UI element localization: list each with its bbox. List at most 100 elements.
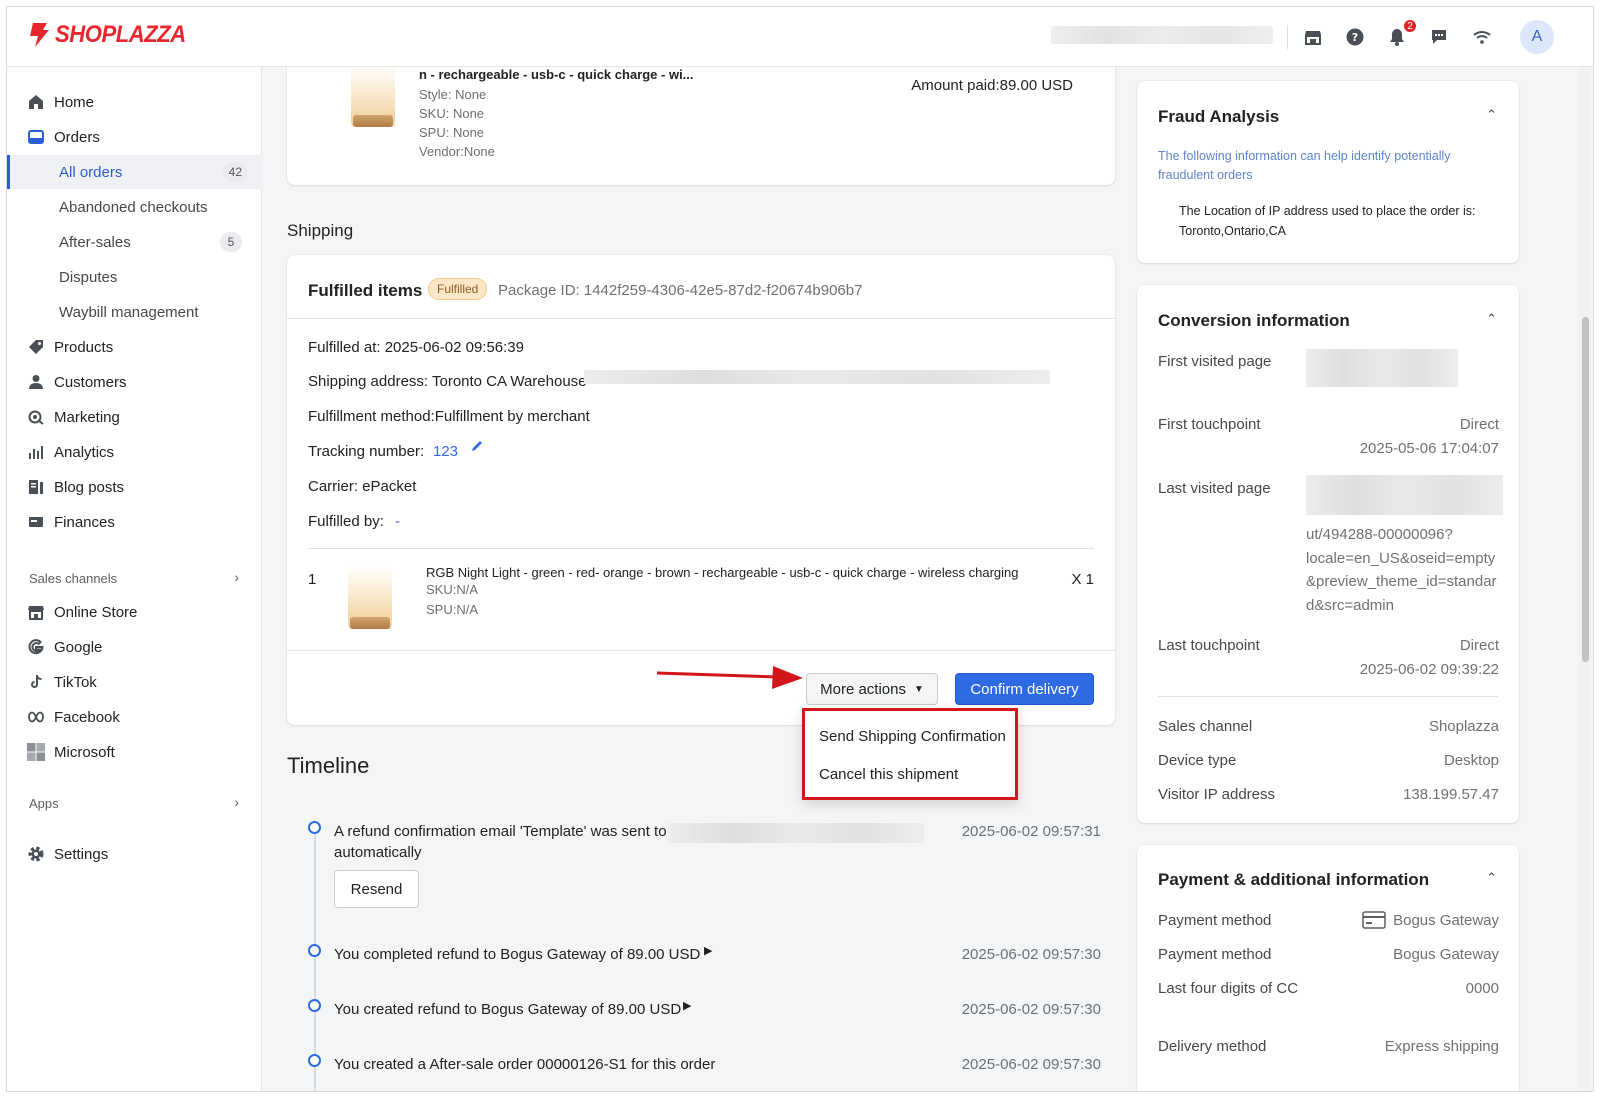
product-vendor: Vendor:None: [419, 144, 495, 159]
chat-icon[interactable]: [1427, 25, 1451, 49]
sidebar-item-customers[interactable]: Customers: [7, 365, 262, 399]
sidebar-item-label: Google: [54, 638, 103, 656]
fulfilled-items-card: Fulfilled items Fulfilled Package ID: 14…: [287, 255, 1115, 725]
shipping-heading: Shipping: [287, 221, 354, 240]
scrollbar-thumb[interactable]: [1582, 317, 1589, 662]
sidebar-item-home[interactable]: Home: [7, 85, 262, 119]
sidebar-item-disputes[interactable]: Disputes: [7, 260, 262, 294]
cancel-shipment-item[interactable]: Cancel this shipment: [819, 766, 958, 783]
payment-method-value: Bogus Gateway: [1393, 912, 1499, 929]
wifi-icon[interactable]: [1470, 25, 1494, 49]
active-indicator: [7, 155, 10, 189]
blog-icon: [27, 478, 45, 496]
sidebar-item-settings[interactable]: Settings: [7, 837, 262, 871]
chevron-up-icon[interactable]: ⌃: [1486, 107, 1497, 123]
last-visited-url-line[interactable]: &preview_theme_id=standar: [1306, 573, 1497, 590]
chevron-right-icon[interactable]: ›: [234, 794, 239, 810]
confirm-delivery-button[interactable]: Confirm delivery: [955, 673, 1094, 705]
timeline-dot: [308, 1054, 321, 1067]
fulfillment-method: Fulfillment method:Fulfillment by mercha…: [308, 408, 590, 425]
ip-location: Toronto,Ontario,CA: [1179, 224, 1286, 238]
shoplazza-logo[interactable]: SHOPLAZZA: [27, 21, 197, 49]
help-icon[interactable]: ?: [1343, 25, 1367, 49]
sidebar-item-after-sales[interactable]: After-sales 5: [7, 225, 262, 259]
delivery-method-label: Delivery method: [1158, 1038, 1267, 1055]
product-sku: SKU: None: [419, 106, 485, 121]
chevron-up-icon[interactable]: ⌃: [1486, 311, 1497, 327]
edit-pencil-icon[interactable]: [470, 439, 484, 457]
timeline-line: [314, 829, 316, 1091]
caret-right-icon[interactable]: ▶: [683, 999, 691, 1012]
sidebar-item-facebook[interactable]: Facebook: [7, 700, 262, 734]
sidebar-item-label: Analytics: [54, 443, 115, 461]
sidebar-item-analytics[interactable]: Analytics: [7, 435, 262, 469]
sidebar-item-label: After-sales: [59, 233, 131, 251]
divider: [308, 548, 1094, 549]
sidebar-item-orders[interactable]: Orders: [7, 120, 262, 154]
sidebar-item-all-orders[interactable]: All orders 42: [7, 155, 262, 189]
sales-channel-label: Sales channel: [1158, 718, 1253, 735]
line-item-title[interactable]: RGB Night Light - green - red- orange - …: [426, 565, 1018, 580]
timeline-event-text: A refund confirmation email 'Template' w…: [334, 823, 667, 840]
sidebar-item-waybill-management[interactable]: Waybill management: [7, 295, 262, 329]
chevron-up-icon[interactable]: ⌃: [1486, 870, 1497, 886]
product-image[interactable]: [348, 565, 392, 629]
product-image[interactable]: [351, 67, 395, 127]
last-visited-url-line[interactable]: locale=en_US&oseid=empty: [1306, 550, 1495, 567]
microsoft-icon: [27, 743, 45, 761]
sidebar-item-online-store[interactable]: Online Store: [7, 595, 262, 629]
conversion-information-card: Conversion information ⌃ First visited p…: [1137, 285, 1519, 823]
scrollbar[interactable]: [1579, 67, 1591, 1091]
cc-last-four-label: Last four digits of CC: [1158, 980, 1299, 997]
red-arrow-annotation: [656, 666, 803, 689]
chevron-right-icon[interactable]: ›: [234, 569, 239, 585]
cc-last-four-value: 0000: [1465, 980, 1499, 997]
timeline-event-text: You created a After-sale order 00000126-…: [334, 1056, 716, 1073]
package-id: Package ID: 1442f259-4306-42e5-87d2-f206…: [498, 282, 863, 299]
product-style: Style: None: [419, 87, 487, 102]
device-type-label: Device type: [1158, 752, 1237, 769]
last-visited-url-line[interactable]: d&src=admin: [1306, 597, 1394, 614]
line-item-index: 1: [308, 571, 317, 588]
avatar[interactable]: A: [1520, 20, 1554, 54]
sidebar-item-products[interactable]: Products: [7, 330, 262, 364]
app-window: SHOPLAZZA ? 2 A Home Orders All orders 4…: [6, 6, 1594, 1092]
send-shipping-confirmation-item[interactable]: Send Shipping Confirmation: [819, 728, 1006, 745]
line-item-spu: SPU:N/A: [426, 602, 479, 617]
svg-text:?: ?: [1352, 31, 1358, 44]
last-visited-url-line[interactable]: ut/494288-00000096?: [1306, 526, 1453, 543]
first-touchpoint-label: First touchpoint: [1158, 416, 1261, 433]
tracking-number-link[interactable]: 123: [433, 443, 458, 460]
fraud-description: The following information can help ident…: [1158, 149, 1451, 182]
order-item-card: n - rechargeable - usb-c - quick charge …: [287, 67, 1115, 185]
logo-text: SHOPLAZZA: [55, 21, 186, 48]
sidebar-item-marketing[interactable]: Marketing: [7, 400, 262, 434]
sidebar-item-tiktok[interactable]: TikTok: [7, 665, 262, 699]
sidebar-item-abandoned-checkouts[interactable]: Abandoned checkouts: [7, 190, 262, 224]
payment-information-card: Payment & additional information ⌃ Payme…: [1137, 845, 1519, 1091]
line-item-sku: SKU:N/A: [426, 582, 479, 597]
caret-down-icon: ▼: [913, 683, 924, 695]
divider: [1158, 696, 1498, 697]
product-title[interactable]: n - rechargeable - usb-c - quick charge …: [419, 67, 694, 82]
sidebar-item-blog-posts[interactable]: Blog posts: [7, 470, 262, 504]
sidebar-item-microsoft[interactable]: Microsoft: [7, 735, 262, 769]
divider: [287, 650, 1115, 651]
first-touchpoint-value: Direct: [1459, 416, 1499, 433]
caret-right-icon[interactable]: ▶: [704, 944, 712, 957]
shipping-address: Shipping address: Toronto CA Warehouse: [308, 373, 587, 390]
resend-button[interactable]: Resend: [334, 870, 419, 908]
sidebar-item-finances[interactable]: Finances: [7, 505, 262, 539]
sidebar-item-label: Home: [54, 93, 95, 111]
count-badge: 42: [222, 162, 248, 182]
store-icon[interactable]: [1301, 25, 1325, 49]
apps-heading: Apps: [29, 796, 59, 811]
divider: [287, 318, 1115, 319]
more-actions-button[interactable]: More actions ▼: [806, 673, 938, 705]
sidebar-item-google[interactable]: Google: [7, 630, 262, 664]
gear-icon: [27, 845, 45, 863]
main-content: n - rechargeable - usb-c - quick charge …: [263, 67, 1593, 1091]
delivery-method-value: Express shipping: [1384, 1038, 1499, 1055]
fulfilled-by-value: -: [395, 513, 400, 530]
payment-title: Payment & additional information: [1158, 870, 1430, 889]
